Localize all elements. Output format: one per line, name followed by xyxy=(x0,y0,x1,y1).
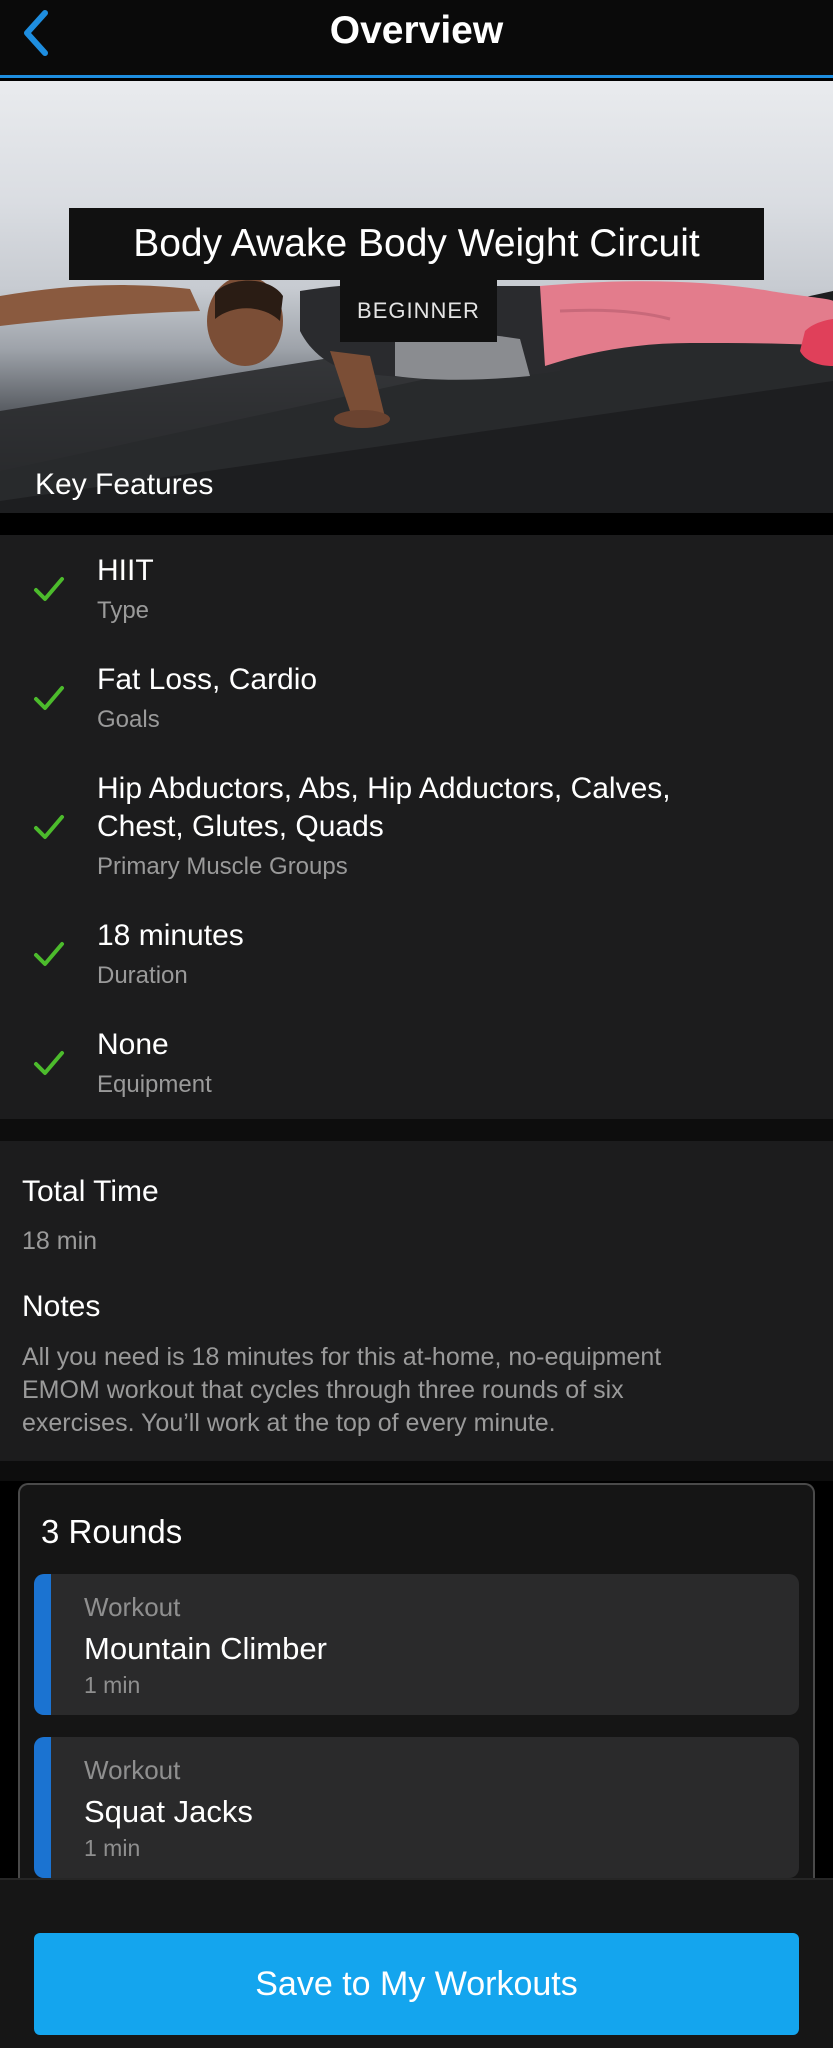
notes-heading: Notes xyxy=(22,1290,101,1323)
rounds-title: 3 Rounds xyxy=(41,1513,183,1550)
workout-hero-image: Body Awake Body Weight Circuit BEGINNER … xyxy=(0,81,833,513)
notes-line-3: exercises. You’ll work at the top of eve… xyxy=(22,1409,556,1437)
notes-line-2: EMOM workout that cycles through three r… xyxy=(22,1376,624,1404)
page-title: Overview xyxy=(329,9,504,52)
check-icon xyxy=(34,1051,64,1075)
feature-value: None xyxy=(97,1028,169,1061)
notes-line-1: All you need is 18 minutes for this at-h… xyxy=(22,1343,662,1371)
workout-info-section: Total Time 18 min Notes All you need is … xyxy=(0,1141,833,1461)
top-nav-bar: Overview xyxy=(0,0,833,78)
key-features-list: HIIT Type Fat Loss, Cardio Goals Hip Abd… xyxy=(0,535,833,1119)
exercise-duration: 1 min xyxy=(84,1672,141,1698)
feature-value-line-1: Hip Abductors, Abs, Hip Adductors, Calve… xyxy=(97,772,671,805)
key-features-heading: Key Features xyxy=(35,468,214,501)
feature-value: HIIT xyxy=(97,554,154,587)
section-divider xyxy=(0,1119,833,1141)
exercise-kind: Workout xyxy=(84,1592,181,1622)
workout-title: Body Awake Body Weight Circuit xyxy=(69,208,764,280)
rounds-panel[interactable]: 3 Rounds Workout Mountain Climber 1 min … xyxy=(18,1483,815,1878)
check-icon xyxy=(34,686,64,710)
exercise-duration: 1 min xyxy=(84,1835,141,1861)
difficulty-badge: BEGINNER xyxy=(340,280,497,342)
section-divider xyxy=(0,1461,833,1481)
feature-value: Fat Loss, Cardio xyxy=(97,663,318,696)
feature-label: Duration xyxy=(97,962,188,989)
exercise-name: Mountain Climber xyxy=(84,1631,327,1666)
exercise-kind: Workout xyxy=(84,1755,181,1785)
exercise-card[interactable]: Workout Mountain Climber 1 min xyxy=(34,1574,799,1715)
card-accent-bar xyxy=(34,1737,51,1878)
feature-label: Type xyxy=(97,597,150,624)
exercise-name: Squat Jacks xyxy=(84,1794,253,1829)
total-time-value: 18 min xyxy=(22,1227,98,1255)
feature-label: Primary Muscle Groups xyxy=(97,853,348,880)
feature-label: Equipment xyxy=(97,1071,212,1098)
card-accent-bar xyxy=(34,1574,51,1715)
bottom-action-bar: Save to My Workouts xyxy=(0,1878,833,2048)
check-icon xyxy=(34,577,64,601)
check-icon xyxy=(34,815,64,839)
check-icon xyxy=(34,942,64,966)
total-time-heading: Total Time xyxy=(22,1175,159,1208)
save-to-my-workouts-button[interactable]: Save to My Workouts xyxy=(34,1933,799,2035)
feature-value: 18 minutes xyxy=(97,919,244,952)
exercise-card[interactable]: Workout Squat Jacks 1 min xyxy=(34,1737,799,1878)
feature-label: Goals xyxy=(97,706,160,733)
feature-value-line-2: Chest, Glutes, Quads xyxy=(97,810,384,843)
